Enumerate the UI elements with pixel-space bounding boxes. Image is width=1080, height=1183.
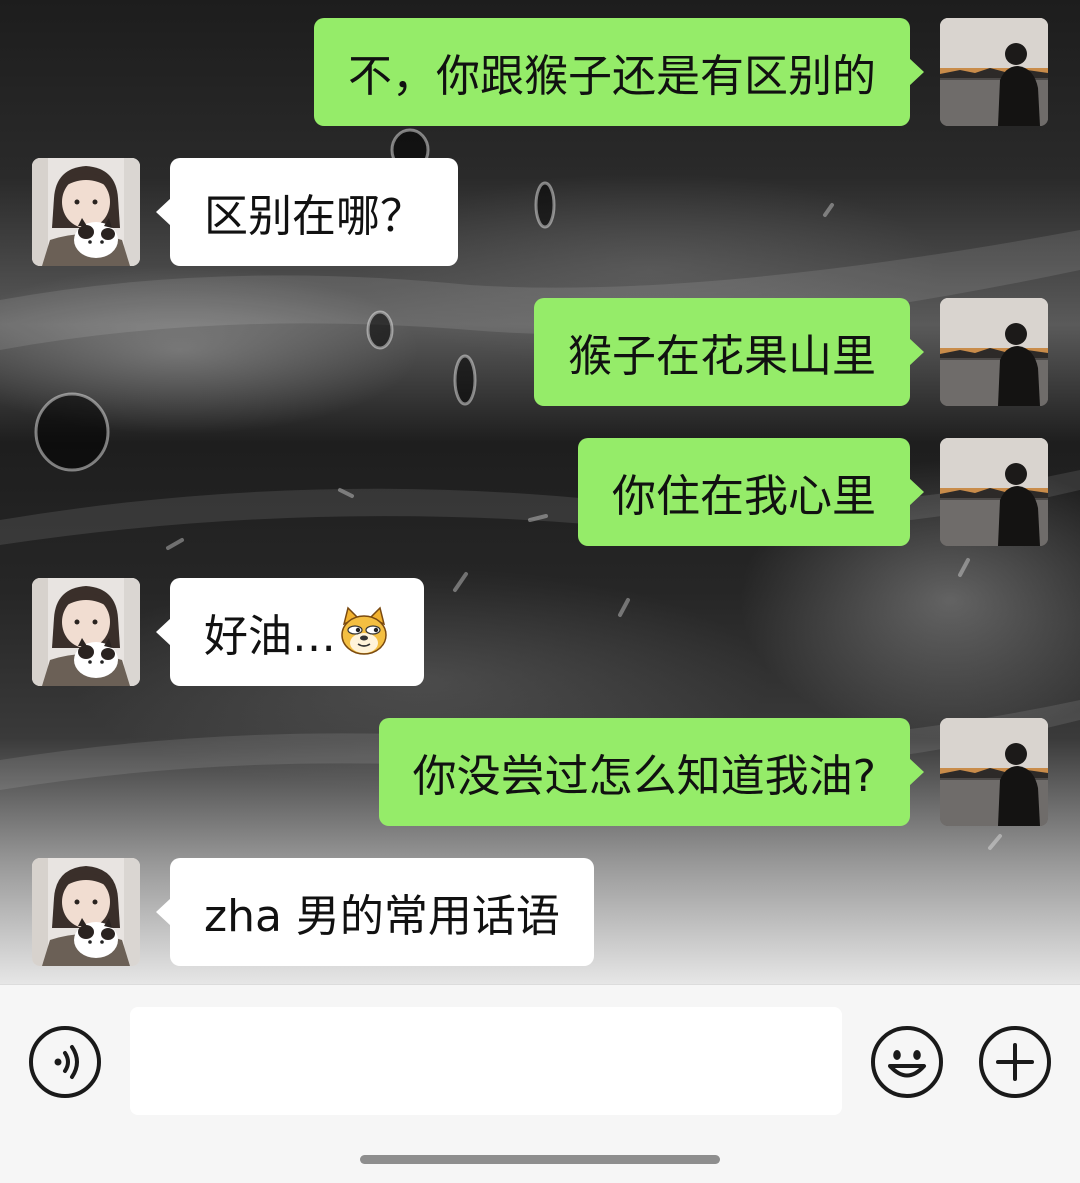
avatar-contact[interactable]	[32, 858, 140, 966]
message-bubble-received[interactable]: zha 男的常用话语	[156, 858, 594, 966]
input-bar	[0, 984, 1080, 1183]
message-bubble-received[interactable]: 区别在哪？	[156, 158, 458, 266]
message-text: 你住在我心里	[612, 471, 876, 522]
message-row: 好油…	[0, 578, 1080, 686]
message-bubble-sent[interactable]: 你没尝过怎么知道我油?	[378, 718, 925, 826]
message-text: 好油…	[204, 611, 336, 662]
message-bubble-sent[interactable]: 不，你跟猴子还是有区别的	[314, 18, 924, 126]
avatar-self[interactable]	[940, 298, 1048, 406]
plus-icon	[979, 1026, 1051, 1098]
message-bubble-sent[interactable]: 你住在我心里	[578, 438, 924, 546]
chat-area[interactable]: 不，你跟猴子还是有区别的 区别在哪？ 猴子在花果山里 你住在我心里 好油… 你没…	[0, 0, 1080, 984]
more-button[interactable]	[978, 1025, 1052, 1099]
avatar-contact[interactable]	[32, 578, 140, 686]
message-text: 不，你跟猴子还是有区别的	[348, 51, 876, 102]
avatar-self[interactable]	[940, 718, 1048, 826]
message-text: 你没尝过怎么知道我油?	[412, 751, 876, 802]
message-row: 不，你跟猴子还是有区别的	[0, 18, 1080, 126]
voice-icon	[29, 1026, 101, 1098]
message-row: 区别在哪？	[0, 158, 1080, 266]
message-row: 你住在我心里	[0, 438, 1080, 546]
doge-emoji-icon	[341, 606, 387, 655]
voice-button[interactable]	[28, 1025, 102, 1099]
avatar-self[interactable]	[940, 18, 1048, 126]
avatar-self[interactable]	[940, 438, 1048, 546]
home-indicator[interactable]	[360, 1155, 720, 1164]
message-input[interactable]	[130, 1007, 842, 1115]
message-text: 猴子在花果山里	[568, 331, 876, 382]
message-bubble-sent[interactable]: 猴子在花果山里	[534, 298, 924, 406]
emoji-icon	[871, 1026, 943, 1098]
emoji-button[interactable]	[870, 1025, 944, 1099]
message-text: 区别在哪？	[204, 191, 424, 242]
message-row: 你没尝过怎么知道我油?	[0, 718, 1080, 826]
avatar-contact[interactable]	[32, 158, 140, 266]
message-text: zha 男的常用话语	[204, 891, 560, 942]
message-row: zha 男的常用话语	[0, 858, 1080, 966]
message-bubble-received[interactable]: 好油…	[156, 578, 424, 686]
message-row: 猴子在花果山里	[0, 298, 1080, 406]
